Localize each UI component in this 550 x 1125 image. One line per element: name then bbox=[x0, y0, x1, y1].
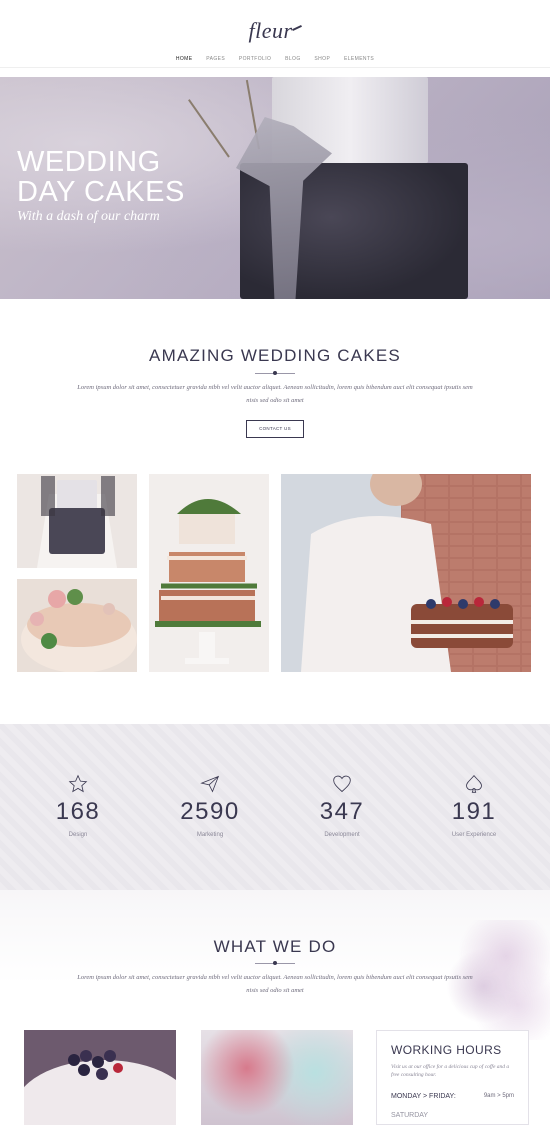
divider-dot bbox=[273, 961, 277, 965]
nav-item-blog[interactable]: BLOG bbox=[285, 56, 301, 62]
stat-design-value: 168 bbox=[55, 798, 101, 825]
logo-text: fleur bbox=[248, 18, 293, 43]
logo-flourish-icon bbox=[291, 24, 302, 32]
stat-ux-value: 191 bbox=[451, 798, 497, 825]
stat-marketing-value: 2590 bbox=[180, 798, 240, 825]
star-icon bbox=[68, 774, 88, 793]
hero-title-line-2: DAY CAKES bbox=[17, 176, 185, 208]
stat-marketing: 2590 Marketing bbox=[160, 774, 260, 838]
hero-subtitle: With a dash of our charm bbox=[17, 209, 160, 224]
stat-design-label: Design bbox=[68, 832, 88, 838]
nav-item-elements[interactable]: ELEMENTS bbox=[344, 56, 374, 62]
tiered-cake-illustration bbox=[149, 474, 269, 672]
nav-item-pages[interactable]: PAGES bbox=[206, 56, 225, 62]
intro-divider bbox=[255, 371, 295, 375]
bride-holding-cake-illustration bbox=[281, 474, 531, 672]
sprig-icon bbox=[188, 99, 230, 158]
working-hours-next-day: SATURDAY bbox=[391, 1112, 429, 1119]
site-logo[interactable]: fleur bbox=[0, 18, 550, 44]
nav-item-shop[interactable]: SHOP bbox=[314, 56, 330, 62]
stat-user-experience: 191 User Experience bbox=[424, 774, 524, 838]
working-hours-card: WORKING HOURS Visit us at our office for… bbox=[376, 1030, 529, 1125]
working-hours-day: MONDAY > FRIDAY: bbox=[391, 1093, 456, 1100]
flower-cake-illustration bbox=[17, 579, 137, 672]
hero-title-line-1: WEDDING bbox=[17, 146, 161, 178]
paper-plane-icon bbox=[200, 775, 220, 793]
main-nav: HOME PAGES PORTFOLIO BLOG SHOP ELEMENTS bbox=[0, 56, 550, 62]
stat-development-value: 347 bbox=[319, 798, 365, 825]
what-we-do-section: WHAT WE DO Lorem ipsum dolor sit amet, c… bbox=[0, 890, 550, 1125]
gallery-image-bride-cake[interactable] bbox=[17, 474, 137, 568]
working-hours-time: 9am > 5pm bbox=[483, 1093, 514, 1099]
stat-marketing-label: Marketing bbox=[196, 832, 224, 838]
bride-cake-illustration bbox=[17, 474, 137, 568]
stat-development: 347 Development bbox=[292, 774, 392, 838]
stats-section: 168 Design 2590 Marketing 347 Developmen… bbox=[0, 724, 550, 890]
intro-title: AMAZING WEDDING CAKES bbox=[149, 346, 401, 365]
working-hours-title: WORKING HOURS bbox=[391, 1043, 502, 1057]
contact-us-button[interactable]: CONTACT US bbox=[246, 420, 304, 438]
service-image-berry-cake[interactable] bbox=[24, 1030, 176, 1125]
hero-title: WEDDING DAY CAKES bbox=[17, 147, 185, 207]
gallery-image-naked-cake-flowers[interactable] bbox=[17, 579, 137, 672]
what-we-do-text: Lorem ipsum dolor sit amet, consectetuer… bbox=[77, 974, 473, 994]
stat-development-label: Development bbox=[324, 832, 360, 838]
nav-item-portfolio[interactable]: PORTFOLIO bbox=[239, 56, 271, 62]
berry-cake-illustration bbox=[24, 1030, 176, 1125]
working-hours-row: MONDAY > FRIDAY: 9am > 5pm bbox=[391, 1093, 514, 1100]
nav-divider bbox=[0, 67, 550, 68]
gallery-image-bride-holding-cake[interactable] bbox=[281, 474, 531, 672]
what-we-do-divider bbox=[255, 961, 295, 965]
what-we-do-title: WHAT WE DO bbox=[213, 937, 337, 956]
working-hours-text: Visit us at our office for a delicious c… bbox=[391, 1064, 510, 1078]
divider-dot bbox=[273, 371, 277, 375]
site-header: fleur HOME PAGES PORTFOLIO BLOG SHOP ELE… bbox=[0, 0, 550, 77]
gallery-image-tiered-naked-cake[interactable] bbox=[149, 474, 269, 672]
nav-item-home[interactable]: HOME bbox=[176, 56, 193, 62]
stat-ux-label: User Experience bbox=[451, 832, 497, 838]
heart-icon bbox=[333, 775, 351, 793]
service-image-sugar-flowers[interactable] bbox=[201, 1030, 353, 1125]
spade-icon bbox=[466, 774, 482, 793]
intro-text: Lorem ipsum dolor sit amet, consectetuer… bbox=[77, 384, 473, 404]
stat-design: 168 Design bbox=[28, 774, 128, 838]
